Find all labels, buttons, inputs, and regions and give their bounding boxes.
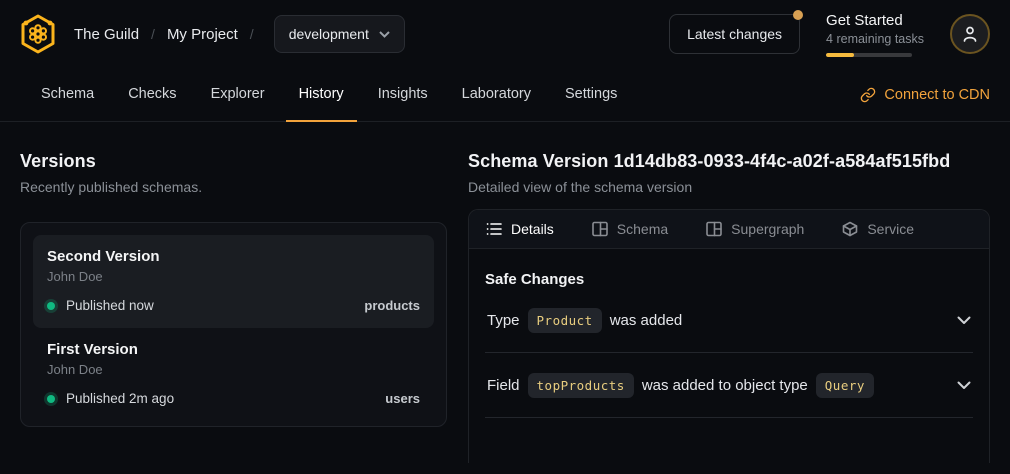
tab-service-label: Service bbox=[867, 221, 914, 237]
app-header: The Guild / My Project / development Lat… bbox=[0, 0, 1010, 68]
get-started-progress-bar bbox=[826, 53, 912, 57]
get-started-widget[interactable]: Get Started 4 remaining tasks bbox=[826, 12, 924, 57]
cube-icon bbox=[842, 221, 858, 237]
chevron-down-icon[interactable] bbox=[957, 381, 971, 390]
version-status-row: Published 2m ago users bbox=[47, 391, 420, 406]
tab-history[interactable]: History bbox=[286, 68, 357, 122]
get-started-subtitle: 4 remaining tasks bbox=[826, 32, 924, 46]
user-avatar[interactable] bbox=[950, 14, 990, 54]
columns-icon bbox=[592, 221, 608, 237]
detail-panel-body: Safe Changes Type Product was added Fiel… bbox=[469, 249, 989, 418]
service-name: users bbox=[385, 391, 420, 406]
connect-to-cdn-link[interactable]: Connect to CDN bbox=[860, 68, 990, 121]
versions-subtitle: Recently published schemas. bbox=[20, 179, 447, 195]
tab-supergraph-label: Supergraph bbox=[731, 221, 804, 237]
code-badge: topProducts bbox=[528, 373, 634, 398]
target-selector-value: development bbox=[289, 26, 369, 42]
list-icon bbox=[486, 221, 502, 237]
breadcrumb-org[interactable]: The Guild bbox=[74, 26, 139, 43]
link-icon bbox=[860, 87, 876, 103]
tab-checks[interactable]: Checks bbox=[115, 68, 189, 122]
published-status-icon bbox=[47, 302, 55, 310]
tab-supergraph[interactable]: Supergraph bbox=[706, 221, 804, 237]
code-badge: Query bbox=[816, 373, 874, 398]
version-author: John Doe bbox=[47, 269, 420, 284]
hive-logo-icon[interactable] bbox=[20, 14, 56, 54]
tab-insights[interactable]: Insights bbox=[365, 68, 441, 122]
project-nav-tabs: Schema Checks Explorer History Insights … bbox=[0, 68, 1010, 122]
notification-dot bbox=[793, 10, 803, 20]
header-right-group: Latest changes Get Started 4 remaining t… bbox=[669, 12, 990, 57]
change-middle: was added to object type bbox=[642, 377, 808, 394]
tab-explorer[interactable]: Explorer bbox=[198, 68, 278, 122]
code-badge: Product bbox=[528, 308, 602, 333]
change-row[interactable]: Field topProducts was added to object ty… bbox=[485, 353, 973, 418]
tab-schema[interactable]: Schema bbox=[28, 68, 107, 122]
tab-details[interactable]: Details bbox=[486, 221, 554, 237]
published-label: Published now bbox=[66, 298, 154, 313]
get-started-progress-fill bbox=[826, 53, 854, 57]
version-list-item[interactable]: Second Version John Doe Published now pr… bbox=[33, 235, 434, 328]
service-name: products bbox=[364, 298, 420, 313]
main-content: Versions Recently published schemas. Sec… bbox=[0, 122, 1010, 463]
change-row[interactable]: Type Product was added bbox=[485, 288, 973, 353]
version-list-item[interactable]: First Version John Doe Published 2m ago … bbox=[33, 328, 434, 421]
latest-changes-label: Latest changes bbox=[687, 26, 782, 42]
schema-version-panel: Details Schema Supergraph bbox=[468, 209, 990, 463]
published-label: Published 2m ago bbox=[66, 391, 174, 406]
person-icon bbox=[962, 25, 978, 43]
breadcrumb-separator: / bbox=[250, 26, 254, 42]
schema-version-title: Schema Version 1d14db83-0933-4f4c-a02f-a… bbox=[468, 151, 990, 172]
tab-schema-sdl[interactable]: Schema bbox=[592, 221, 668, 237]
chevron-down-icon bbox=[379, 31, 390, 38]
version-name: First Version bbox=[47, 341, 420, 358]
breadcrumb-separator: / bbox=[151, 26, 155, 42]
breadcrumb-project[interactable]: My Project bbox=[167, 26, 238, 43]
target-selector-dropdown[interactable]: development bbox=[274, 15, 405, 53]
chevron-down-icon[interactable] bbox=[957, 316, 971, 325]
change-middle: was added bbox=[610, 312, 683, 329]
detail-tab-bar: Details Schema Supergraph bbox=[469, 210, 989, 249]
change-prefix: Field bbox=[487, 377, 520, 394]
versions-list: Second Version John Doe Published now pr… bbox=[20, 222, 447, 427]
tab-details-label: Details bbox=[511, 221, 554, 237]
latest-changes-button[interactable]: Latest changes bbox=[669, 14, 800, 54]
tab-settings[interactable]: Settings bbox=[552, 68, 630, 122]
columns-icon bbox=[706, 221, 722, 237]
version-name: Second Version bbox=[47, 248, 420, 265]
tab-service[interactable]: Service bbox=[842, 221, 914, 237]
tab-schema-label: Schema bbox=[617, 221, 668, 237]
schema-version-column: Schema Version 1d14db83-0933-4f4c-a02f-a… bbox=[468, 122, 990, 463]
schema-version-subtitle: Detailed view of the schema version bbox=[468, 179, 990, 195]
version-status-row: Published now products bbox=[47, 298, 420, 313]
published-status-icon bbox=[47, 395, 55, 403]
change-prefix: Type bbox=[487, 312, 520, 329]
versions-title: Versions bbox=[20, 151, 447, 172]
tab-laboratory[interactable]: Laboratory bbox=[449, 68, 544, 122]
get-started-title: Get Started bbox=[826, 12, 924, 29]
version-author: John Doe bbox=[47, 362, 420, 377]
safe-changes-heading: Safe Changes bbox=[485, 271, 973, 288]
connect-to-cdn-label: Connect to CDN bbox=[884, 87, 990, 103]
versions-column: Versions Recently published schemas. Sec… bbox=[20, 122, 447, 427]
